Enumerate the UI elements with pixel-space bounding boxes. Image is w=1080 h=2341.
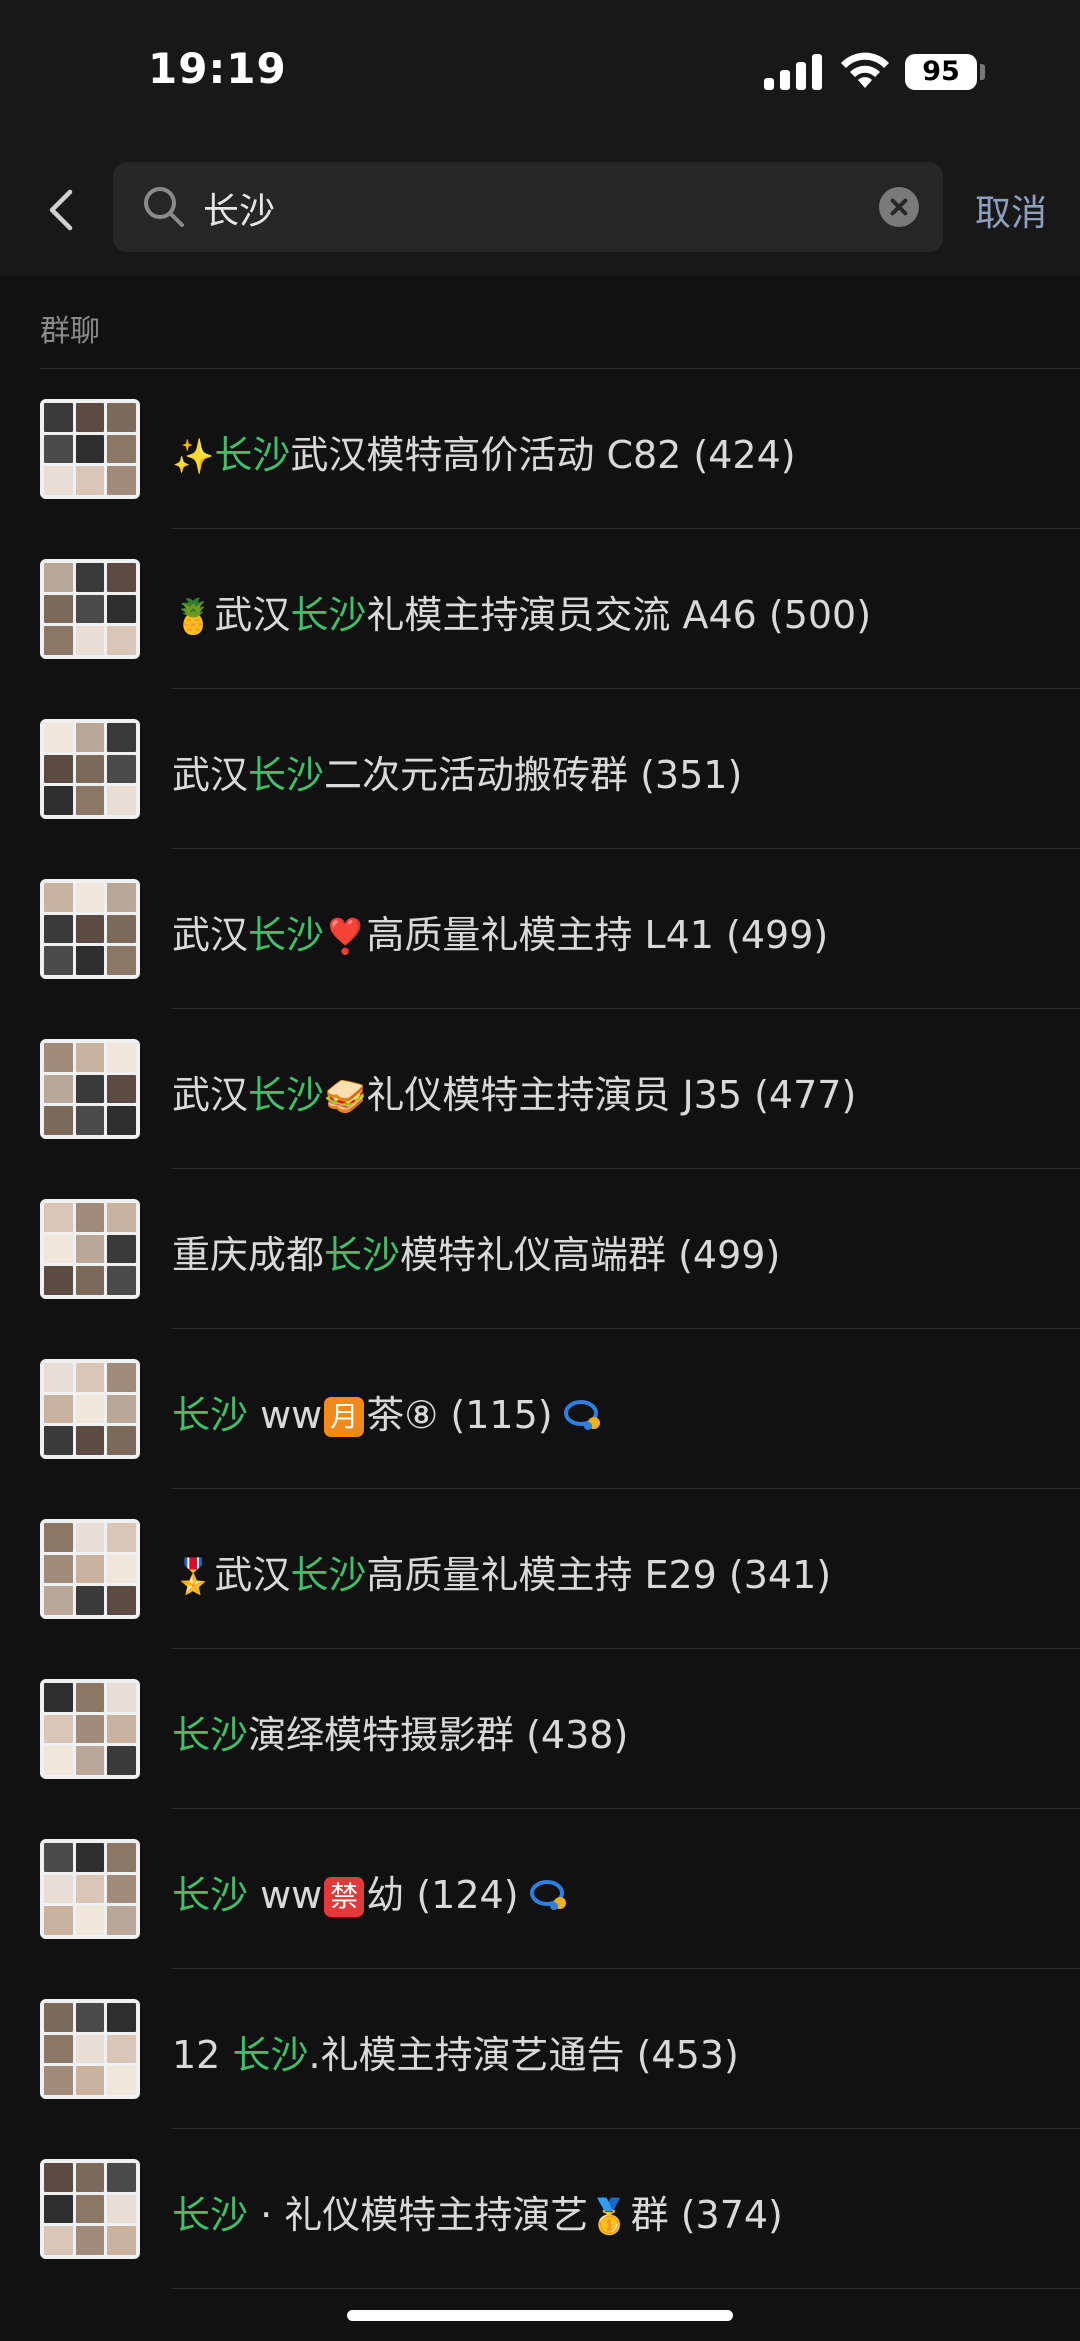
home-indicator[interactable] xyxy=(347,2310,733,2321)
group-title-suffix: 武汉模特高价活动 C82 (424) xyxy=(290,433,796,477)
group-row[interactable]: 武汉长沙二次元活动搬砖群 (351) xyxy=(0,689,1080,849)
group-title-suffix: 幼 (124) xyxy=(366,1873,519,1917)
group-row[interactable]: ✨长沙武汉模特高价活动 C82 (424) xyxy=(0,369,1080,529)
group-title-badge: 禁 xyxy=(324,1877,365,1917)
group-title-highlight: 长沙 xyxy=(290,593,367,637)
group-title-emoji: ❣️ xyxy=(324,917,367,957)
group-title-prefix: 12 xyxy=(172,2033,233,2077)
battery-tip xyxy=(980,64,985,80)
group-title-highlight: 长沙 xyxy=(214,433,291,477)
group-title-highlight: 长沙 xyxy=(172,2193,249,2237)
group-row[interactable]: 🎖️武汉长沙高质量礼模主持 E29 (341) xyxy=(0,1489,1080,1649)
group-row[interactable]: 长沙 · 礼仪模特主持演艺🥇群 (374) xyxy=(0,2129,1080,2289)
group-title-highlight: 长沙 xyxy=(232,2033,309,2077)
group-avatar xyxy=(40,559,140,659)
group-prefix-emoji: 🎖️ xyxy=(172,1557,215,1597)
group-avatar xyxy=(40,879,140,979)
group-title-highlight: 长沙 xyxy=(172,1873,249,1917)
group-title-highlight: 长沙 xyxy=(172,1393,249,1437)
group-list: ✨长沙武汉模特高价活动 C82 (424) 🍍武汉长沙礼模主持演员交流 A46 (… xyxy=(0,369,1080,2289)
search-header: 长沙 取消 xyxy=(0,150,1080,276)
group-avatar xyxy=(40,1839,140,1939)
back-chevron-icon[interactable] xyxy=(36,180,86,240)
group-avatar xyxy=(40,1999,140,2099)
group-title: 长沙演绎模特摄影群 (438) xyxy=(172,1704,628,1759)
group-row[interactable]: 长沙 ww 禁幼 (124) xyxy=(0,1809,1080,1969)
search-query[interactable]: 长沙 xyxy=(203,182,275,234)
group-avatar xyxy=(40,719,140,819)
group-title-suffix: 高质量礼模主持 L41 (499) xyxy=(366,913,829,957)
group-avatar xyxy=(40,1519,140,1619)
group-avatar xyxy=(40,1679,140,1779)
section-title: 群聊 xyxy=(40,314,100,349)
group-title-badge: 月 xyxy=(324,1397,365,1437)
group-title: 武汉长沙🥪礼仪模特主持演员 J35 (477) xyxy=(172,1064,856,1119)
group-row[interactable]: 重庆成都长沙模特礼仪高端群 (499) xyxy=(0,1169,1080,1329)
group-chat-icon xyxy=(529,1880,566,1910)
group-row[interactable]: 🍍武汉长沙礼模主持演员交流 A46 (500) xyxy=(0,529,1080,689)
group-title: 12 长沙.礼模主持演艺通告 (453) xyxy=(172,2024,739,2079)
group-title-suffix: 演绎模特摄影群 (438) xyxy=(248,1713,629,1757)
group-title: 🎖️武汉长沙高质量礼模主持 E29 (341) xyxy=(172,1544,831,1599)
group-title-suffix: 群 (374) xyxy=(630,2193,783,2237)
group-title: 长沙 ww 禁幼 (124) xyxy=(172,1864,569,1919)
group-title-highlight: 长沙 xyxy=(248,1073,325,1117)
group-avatar xyxy=(40,399,140,499)
group-title-part: · 礼仪模特主持演艺 xyxy=(248,2193,589,2237)
group-avatar xyxy=(40,1039,140,1139)
clear-icon[interactable] xyxy=(879,187,919,227)
group-row[interactable]: 12 长沙.礼模主持演艺通告 (453) xyxy=(0,1969,1080,2129)
group-title: 武汉长沙二次元活动搬砖群 (351) xyxy=(172,744,742,799)
group-title: ✨长沙武汉模特高价活动 C82 (424) xyxy=(172,424,796,479)
group-title: 武汉长沙❣️高质量礼模主持 L41 (499) xyxy=(172,904,828,959)
group-title-emoji: 🥇 xyxy=(588,2197,631,2237)
group-title-prefix: 武汉 xyxy=(172,1073,249,1117)
group-chat-icon xyxy=(563,1400,600,1430)
status-bar: 19:19 95 xyxy=(0,0,1080,150)
cancel-button[interactable]: 取消 xyxy=(975,184,1047,236)
battery-indicator: 95 xyxy=(905,54,977,90)
group-title-prefix: 武汉 xyxy=(214,1553,291,1597)
group-prefix-emoji: ✨ xyxy=(172,437,215,477)
group-title-prefix: 武汉 xyxy=(172,753,249,797)
group-title-suffix: 二次元活动搬砖群 (351) xyxy=(324,753,743,797)
group-title: 🍍武汉长沙礼模主持演员交流 A46 (500) xyxy=(172,584,871,639)
group-title-emoji: 🥪 xyxy=(324,1077,367,1117)
group-title: 长沙 · 礼仪模特主持演艺🥇群 (374) xyxy=(172,2184,783,2239)
group-row[interactable]: 武汉长沙❣️高质量礼模主持 L41 (499) xyxy=(0,849,1080,1009)
group-title: 重庆成都长沙模特礼仪高端群 (499) xyxy=(172,1224,780,1279)
group-row[interactable]: 长沙 ww 月茶⑧ (115) xyxy=(0,1329,1080,1489)
group-title-highlight: 长沙 xyxy=(172,1713,249,1757)
wifi-icon xyxy=(841,52,889,88)
group-title-suffix: 高质量礼模主持 E29 (341) xyxy=(366,1553,832,1597)
group-title-suffix: 礼仪模特主持演员 J35 (477) xyxy=(366,1073,857,1117)
group-title-highlight: 长沙 xyxy=(324,1233,401,1277)
group-title-prefix: 重庆成都 xyxy=(172,1233,325,1277)
group-row[interactable]: 长沙演绎模特摄影群 (438) xyxy=(0,1649,1080,1809)
group-prefix-emoji: 🍍 xyxy=(172,597,215,637)
group-title-highlight: 长沙 xyxy=(290,1553,367,1597)
group-title-prefix: 武汉 xyxy=(214,593,291,637)
group-avatar xyxy=(40,1359,140,1459)
group-title-prefix: 武汉 xyxy=(172,913,249,957)
group-avatar xyxy=(40,1199,140,1299)
group-row[interactable]: 武汉长沙🥪礼仪模特主持演员 J35 (477) xyxy=(0,1009,1080,1169)
group-avatar xyxy=(40,2159,140,2259)
group-title-suffix: 模特礼仪高端群 (499) xyxy=(400,1233,781,1277)
group-title-highlight: 长沙 xyxy=(248,753,325,797)
search-icon xyxy=(144,187,184,227)
group-title-part: ww xyxy=(248,1393,323,1437)
group-title: 长沙 ww 月茶⑧ (115) xyxy=(172,1384,603,1439)
cellular-signal-icon xyxy=(764,52,824,90)
group-title-part: ww xyxy=(248,1873,323,1917)
group-title-suffix: .礼模主持演艺通告 (453) xyxy=(308,2033,739,2077)
search-input[interactable]: 长沙 xyxy=(113,162,943,252)
group-title-highlight: 长沙 xyxy=(248,913,325,957)
group-title-suffix: 礼模主持演员交流 A46 (500) xyxy=(366,593,872,637)
status-time: 19:19 xyxy=(148,44,287,93)
group-title-suffix: 茶⑧ (115) xyxy=(366,1393,553,1437)
